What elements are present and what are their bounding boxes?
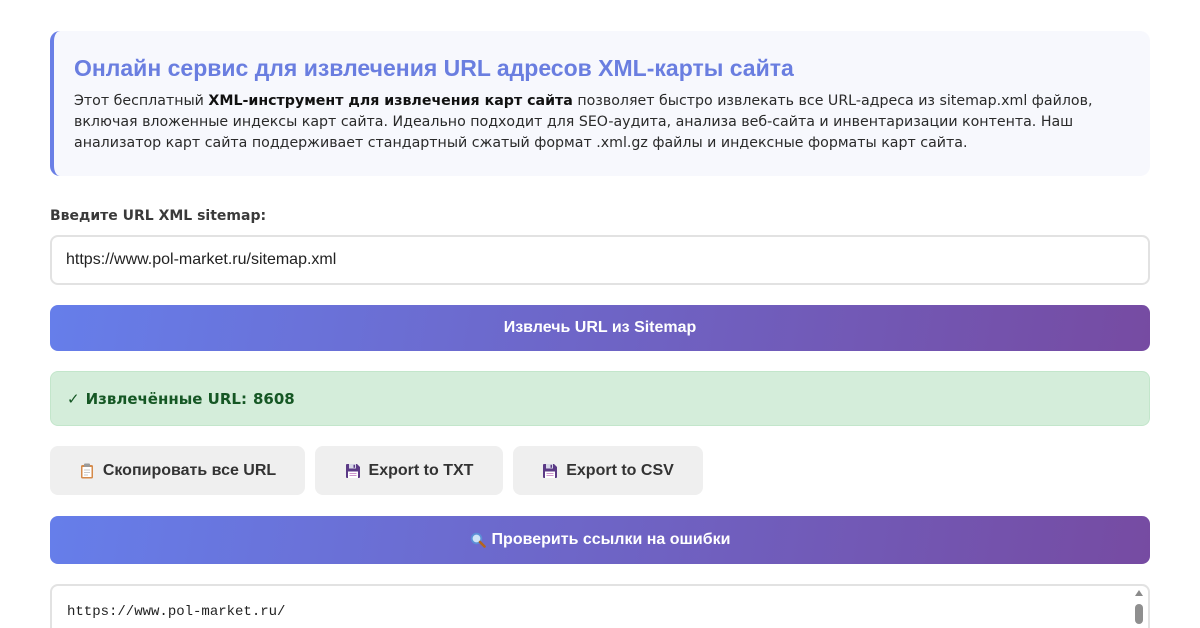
export-txt-button[interactable]: Export to TXT bbox=[315, 446, 503, 495]
intro-text-bold: XML-инструмент для извлечения карт сайта bbox=[208, 93, 573, 109]
check-links-button[interactable]: Проверить ссылки на ошибки bbox=[50, 516, 1150, 564]
extracted-count-value: 8608 bbox=[252, 389, 295, 408]
export-txt-label: Export to TXT bbox=[368, 461, 474, 479]
scroll-up-arrow-icon[interactable] bbox=[1135, 590, 1143, 596]
magnifier-icon bbox=[470, 532, 486, 548]
intro-description: Этот бесплатный XML-инструмент для извле… bbox=[74, 91, 1130, 154]
sitemap-url-input[interactable] bbox=[50, 235, 1150, 285]
export-csv-label: Export to CSV bbox=[566, 461, 674, 479]
extracted-count-label: Извлечённые URL: bbox=[85, 389, 247, 408]
export-actions: Скопировать все URL Export to TXT Export… bbox=[50, 446, 703, 495]
extract-urls-button-label: Извлечь URL из Sitemap bbox=[503, 319, 697, 336]
floppy-disk-icon bbox=[345, 463, 361, 479]
sitemap-extractor-page: Онлайн сервис для извлечения URL адресов… bbox=[0, 0, 1200, 628]
url-result-item: https://www.pol-market.ru/ bbox=[67, 604, 286, 620]
check-links-label: Проверить ссылки на ошибки bbox=[491, 531, 731, 548]
check-icon: ✓ bbox=[67, 389, 80, 408]
extracted-count-status: ✓ Извлечённые URL: 8608 bbox=[50, 371, 1150, 426]
sitemap-url-label: Введите URL XML sitemap: bbox=[50, 208, 267, 224]
intro-text-start: Этот бесплатный bbox=[74, 93, 209, 109]
copy-all-urls-label: Скопировать все URL bbox=[102, 461, 277, 479]
intro-panel: Онлайн сервис для извлечения URL адресов… bbox=[50, 31, 1150, 176]
clipboard-icon bbox=[79, 463, 95, 479]
scrollbar-thumb[interactable] bbox=[1135, 604, 1143, 624]
extract-urls-button[interactable]: Извлечь URL из Sitemap bbox=[50, 305, 1150, 351]
page-title: Онлайн сервис для извлечения URL адресов… bbox=[74, 55, 794, 81]
results-scrollbar[interactable] bbox=[1130, 586, 1148, 628]
copy-all-urls-button[interactable]: Скопировать все URL bbox=[50, 446, 305, 495]
export-csv-button[interactable]: Export to CSV bbox=[513, 446, 703, 495]
url-results-list[interactable]: https://www.pol-market.ru/ bbox=[50, 584, 1150, 628]
floppy-disk-icon bbox=[542, 463, 558, 479]
